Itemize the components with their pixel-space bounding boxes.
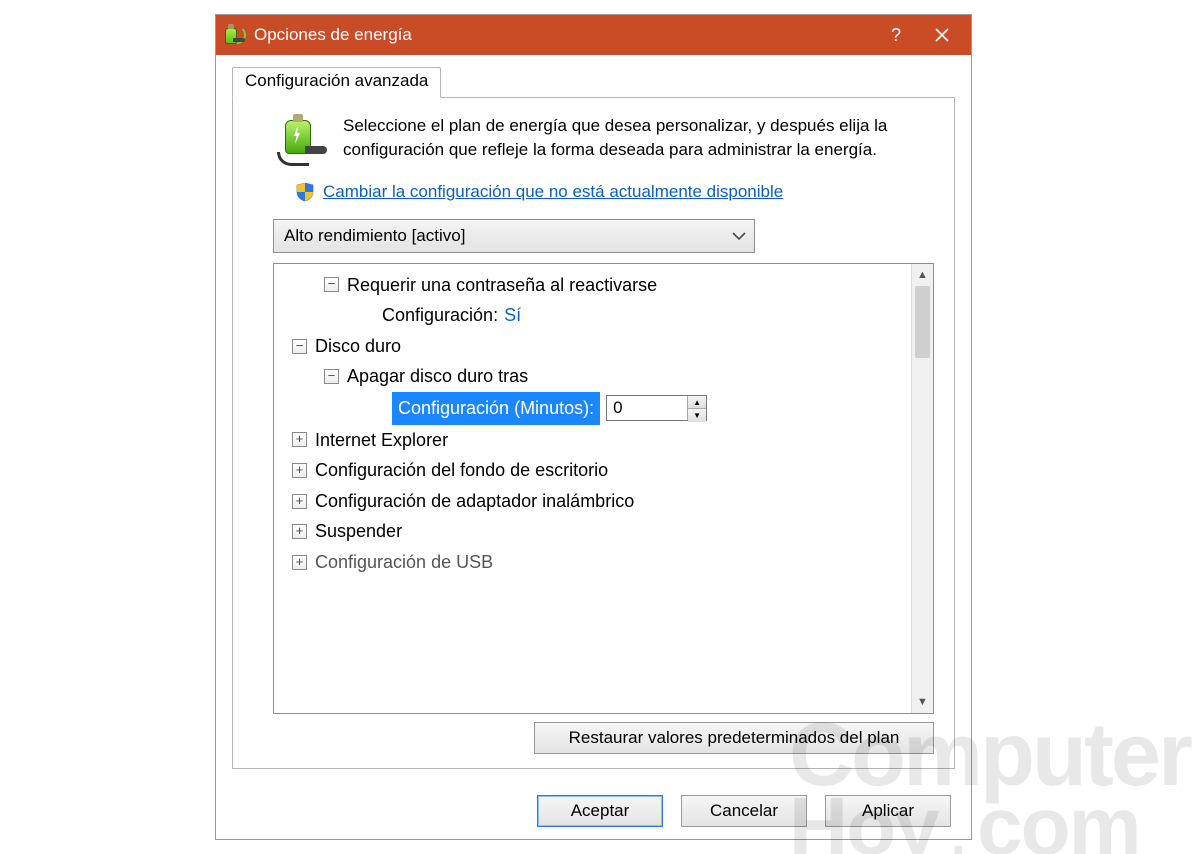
minutes-spinner[interactable]: ▲ ▼ [606, 395, 707, 421]
apply-button[interactable]: Aplicar [825, 795, 951, 827]
dialog-body: Configuración avanzada Seleccione el pla… [216, 55, 971, 839]
tree-node-desktop-background[interactable]: + Configuración del fondo de escritorio [282, 455, 903, 486]
spinner-up[interactable]: ▲ [688, 396, 706, 409]
tree-node-internet-explorer[interactable]: + Internet Explorer [282, 425, 903, 456]
power-plan-dropdown[interactable]: Alto rendimiento [activo] [273, 219, 755, 253]
expand-icon[interactable]: + [292, 524, 307, 539]
tree-node-usb-settings[interactable]: + Configuración de USB [282, 547, 903, 578]
dialog-button-bar: Aceptar Cancelar Aplicar [216, 783, 971, 839]
ok-button[interactable]: Aceptar [537, 795, 663, 827]
settings-tree: − Requerir una contraseña al reactivarse… [273, 263, 934, 714]
tree-node-require-password[interactable]: − Requerir una contraseña al reactivarse [282, 270, 903, 301]
uac-shield-icon [295, 182, 315, 202]
collapse-icon[interactable]: − [292, 339, 307, 354]
tree-node-wireless-adapter[interactable]: + Configuración de adaptador inalámbrico [282, 486, 903, 517]
window-title: Opciones de energía [254, 25, 873, 45]
tree-node-sleep[interactable]: + Suspender [282, 516, 903, 547]
tree-node-turn-off-disk[interactable]: − Apagar disco duro tras [282, 361, 903, 392]
close-button[interactable] [919, 15, 965, 55]
expand-icon[interactable]: + [292, 463, 307, 478]
power-plan-selected: Alto rendimiento [activo] [274, 226, 724, 246]
tab-panel: Seleccione el plan de energía que desea … [232, 97, 955, 769]
tab-label: Configuración avanzada [245, 71, 428, 90]
spinner-down[interactable]: ▼ [688, 409, 706, 422]
scroll-up-icon[interactable]: ▲ [912, 264, 933, 286]
collapse-icon[interactable]: − [324, 369, 339, 384]
intro-text: Seleccione el plan de energía que desea … [343, 114, 934, 162]
scroll-thumb[interactable] [915, 286, 930, 358]
help-button[interactable]: ? [873, 15, 919, 55]
scroll-down-icon[interactable]: ▼ [912, 691, 933, 713]
chevron-down-icon [724, 220, 754, 252]
restore-defaults-button[interactable]: Restaurar valores predeterminados del pl… [534, 722, 934, 754]
tree-node-hard-disk[interactable]: − Disco duro [282, 331, 903, 362]
expand-icon[interactable]: + [292, 432, 307, 447]
change-unavailable-settings-link[interactable]: Cambiar la configuración que no está act… [323, 180, 783, 205]
window-titlebar[interactable]: Opciones de energía ? [216, 15, 971, 55]
power-options-dialog: Opciones de energía ? Configuración avan… [215, 14, 972, 840]
minutes-input[interactable] [607, 396, 687, 420]
tab-advanced-settings[interactable]: Configuración avanzada [232, 67, 441, 98]
expand-icon[interactable]: + [292, 494, 307, 509]
tree-leaf-require-password-value[interactable]: Configuración: Sí [282, 300, 903, 331]
expand-icon[interactable]: + [292, 555, 307, 570]
close-icon [935, 28, 949, 42]
selected-setting-label: Configuración (Minutos): [392, 392, 600, 425]
tree-leaf-turn-off-disk-minutes[interactable]: Configuración (Minutos): ▲ ▼ [282, 392, 903, 425]
value-link[interactable]: Sí [504, 300, 521, 331]
power-options-icon [224, 24, 246, 46]
battery-plug-icon [275, 114, 327, 166]
collapse-icon[interactable]: − [324, 277, 339, 292]
cancel-button[interactable]: Cancelar [681, 795, 807, 827]
tree-scrollbar[interactable]: ▲ ▼ [911, 264, 933, 713]
